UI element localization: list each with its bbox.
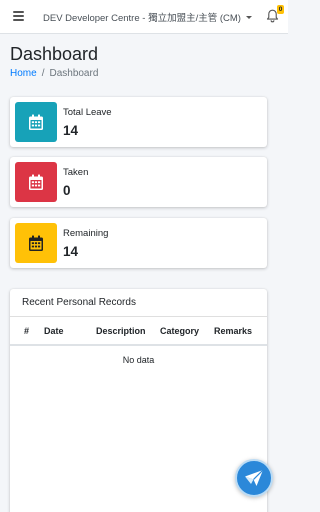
column-header-date[interactable]: Date <box>44 326 64 336</box>
column-header-category[interactable]: Category <box>160 326 199 336</box>
organization-selector-label: DEV Developer Centre - 獨立加盟主/主管 (CM) <box>43 13 241 24</box>
notification-badge: 0 <box>277 5 284 14</box>
breadcrumb-current: Dashboard <box>49 68 99 79</box>
paper-plane-button[interactable] <box>235 459 273 497</box>
top-navbar: DEV Developer Centre - 獨立加盟主/主管 (CM) 0 <box>0 0 288 34</box>
calendar-icon <box>15 223 57 263</box>
recent-records-card: Recent Personal Records # Date Descripti… <box>10 289 267 512</box>
remaining-label: Remaining <box>63 228 109 239</box>
card-title: Recent Personal Records <box>10 289 267 317</box>
breadcrumb-home-link[interactable]: Home <box>10 68 37 79</box>
organization-selector[interactable]: DEV Developer Centre - 獨立加盟主/主管 (CM) <box>43 10 252 24</box>
taken-value: 0 <box>63 183 71 198</box>
hamburger-icon[interactable] <box>13 11 24 21</box>
taken-box: Taken 0 <box>10 157 267 207</box>
breadcrumb: Home / Dashboard <box>10 68 98 79</box>
paper-plane-icon <box>245 469 264 486</box>
taken-label: Taken <box>63 167 89 178</box>
column-header-remarks[interactable]: Remarks <box>214 326 252 336</box>
total-leave-box: Total Leave 14 <box>10 97 267 147</box>
total-leave-label: Total Leave <box>63 107 112 118</box>
calendar-icon <box>15 102 57 142</box>
chevron-down-icon <box>245 15 252 19</box>
page-title: Dashboard <box>10 44 99 64</box>
column-header-description[interactable]: Description <box>96 326 146 336</box>
remaining-box: Remaining 14 <box>10 218 267 268</box>
total-leave-value: 14 <box>63 123 79 138</box>
breadcrumb-separator: / <box>41 68 45 79</box>
remaining-value: 14 <box>63 244 79 259</box>
column-header-number[interactable]: # <box>24 326 29 336</box>
empty-table-message: No data <box>122 355 155 365</box>
calendar-icon <box>15 162 57 202</box>
table-header: # Date Description Category Remarks <box>10 317 267 346</box>
